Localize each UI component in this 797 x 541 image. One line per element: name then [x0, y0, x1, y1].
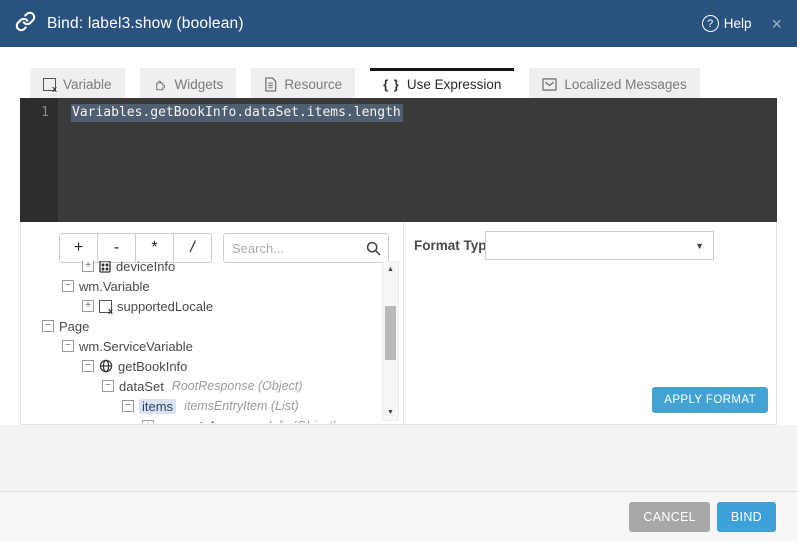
variable-icon: x: [99, 300, 112, 313]
tab-widgets[interactable]: Widgets: [140, 68, 237, 98]
variable-tree: + deviceInfo − wm.Variable +: [21, 261, 379, 423]
format-type-select[interactable]: ▼: [485, 231, 714, 260]
tree-item-wm-servicevariable[interactable]: − wm.ServiceVariable: [21, 336, 379, 356]
document-icon: [264, 77, 277, 92]
tree-item-page[interactable]: − Page: [21, 316, 379, 336]
tree-item-label: supportedLocale: [117, 299, 213, 314]
help-label: Help: [724, 16, 752, 31]
operator-buttons: + - * /: [59, 233, 212, 263]
tree-item-dataset[interactable]: − dataSet RootResponse (Object): [21, 376, 379, 396]
tab-resource[interactable]: Resource: [251, 68, 355, 98]
bind-button[interactable]: BIND: [717, 502, 776, 532]
tree-item-label-selected: items: [139, 399, 176, 414]
tree-item-label: deviceInfo: [116, 261, 175, 274]
cancel-button[interactable]: CANCEL: [629, 502, 710, 532]
expand-icon[interactable]: +: [82, 261, 94, 272]
expression-code[interactable]: Variables.getBookInfo.dataSet.items.leng…: [71, 104, 403, 122]
tab-localized-messages[interactable]: Localized Messages: [529, 68, 699, 98]
plus-operator-button[interactable]: +: [59, 233, 98, 263]
collapse-icon[interactable]: −: [42, 320, 54, 332]
search-box: [223, 233, 389, 263]
expand-icon[interactable]: +: [142, 420, 154, 423]
line-number: 1: [20, 98, 58, 222]
format-type-label: Format Type: [414, 238, 494, 253]
dialog-title: Bind: label3.show (boolean): [47, 15, 244, 33]
braces-icon: { }: [383, 77, 400, 92]
tab-label: Localized Messages: [564, 77, 686, 92]
tree-item-items[interactable]: − items itemsEntryItem (List): [21, 396, 379, 416]
link-icon: [15, 11, 36, 37]
collapse-icon[interactable]: −: [62, 280, 74, 292]
apply-format-button[interactable]: APPLY FORMAT: [652, 387, 768, 413]
tree-item-type: RootResponse (Object): [172, 379, 303, 393]
tree-item-label: dataSet: [119, 379, 164, 394]
collapse-icon[interactable]: −: [122, 400, 134, 412]
tab-label: Widgets: [175, 77, 224, 92]
device-icon: [99, 261, 111, 273]
close-icon[interactable]: ×: [771, 15, 782, 33]
tree-item-supportedlocale[interactable]: + x supportedLocale: [21, 296, 379, 316]
format-pane: Format Type ▼ APPLY FORMAT: [404, 222, 776, 424]
tab-variable[interactable]: x Variable: [30, 68, 125, 98]
tab-label: Variable: [63, 77, 112, 92]
collapse-icon[interactable]: −: [102, 380, 114, 392]
tab-label: Use Expression: [407, 77, 502, 92]
tree-item-getbookinfo[interactable]: − getBookInfo: [21, 356, 379, 376]
puzzle-icon: [153, 77, 168, 92]
tab-use-expression[interactable]: { } Use Expression: [370, 68, 514, 98]
dialog-footer: CANCEL BIND: [0, 491, 797, 541]
tree-item-label: wm.Variable: [79, 279, 150, 294]
variable-explorer-pane: + - * / +: [21, 222, 404, 424]
search-input[interactable]: [232, 235, 362, 261]
variable-icon: x: [43, 78, 56, 91]
minus-operator-button[interactable]: -: [97, 233, 136, 263]
tree-item-type: itemsEntryItem (List): [184, 399, 299, 413]
collapse-icon[interactable]: −: [62, 340, 74, 352]
search-icon: [366, 241, 381, 261]
globe-icon: [99, 359, 113, 373]
scroll-down-icon[interactable]: ▼: [383, 409, 398, 416]
tree-item-label: getBookInfo: [118, 359, 187, 374]
scroll-up-icon[interactable]: ▲: [383, 266, 398, 273]
tree-item-label: Page: [59, 319, 89, 334]
bind-tabs: x Variable Widgets Resource { } Use Expr…: [30, 68, 700, 98]
tree-item-label: wm.ServiceVariable: [79, 339, 193, 354]
divide-operator-button[interactable]: /: [173, 233, 212, 263]
collapse-icon[interactable]: −: [82, 360, 94, 372]
tree-item-deviceinfo[interactable]: + deviceInfo: [21, 261, 379, 276]
scrollbar-thumb[interactable]: [385, 306, 396, 360]
help-question-icon: ?: [702, 15, 719, 32]
message-icon: [542, 78, 557, 91]
tree-item-type: accessInfo (Object): [229, 419, 337, 423]
help-button[interactable]: ? Help: [702, 15, 752, 32]
tree-item-label: accessInfo: [159, 419, 221, 424]
expression-editor[interactable]: 1 Variables.getBookInfo.dataSet.items.le…: [20, 98, 777, 222]
expand-icon[interactable]: +: [82, 300, 94, 312]
tab-label: Resource: [284, 77, 342, 92]
bind-workbench: + - * / +: [20, 222, 777, 425]
tree-item-wm-variable[interactable]: − wm.Variable: [21, 276, 379, 296]
chevron-down-icon: ▼: [695, 241, 704, 251]
tree-item-accessinfo[interactable]: + accessInfo accessInfo (Object): [21, 416, 379, 423]
dialog-titlebar: Bind: label3.show (boolean) ? Help ×: [0, 0, 797, 47]
tree-scrollbar[interactable]: ▲ ▼: [382, 261, 399, 421]
multiply-operator-button[interactable]: *: [135, 233, 174, 263]
